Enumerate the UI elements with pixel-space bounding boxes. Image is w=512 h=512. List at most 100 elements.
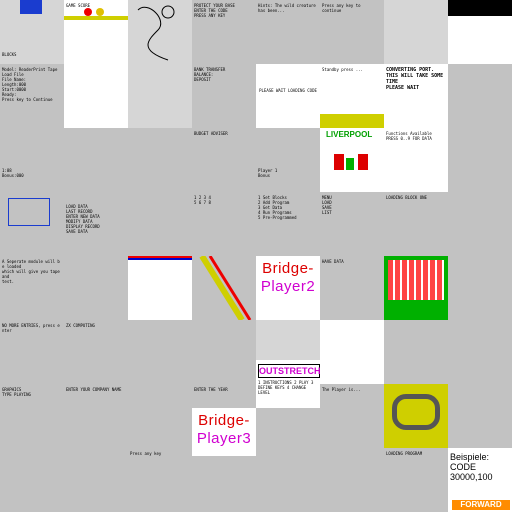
bridge-player-2-title: Bridge- Player2 — [256, 260, 320, 296]
tile-blank-r — [64, 448, 128, 512]
tile-text: 1 Set Blocks 2 Add Program 3 Get Data 4 … — [258, 195, 297, 220]
tile-text: Hints: The wild creature has been... — [258, 3, 316, 13]
forward-button[interactable]: FORWARD — [452, 500, 510, 510]
tile-text: Player 1 Bonus — [258, 168, 278, 178]
tile-blank-u — [320, 448, 384, 512]
tile-text: Press any key to continue — [322, 3, 361, 13]
bridge-line-1: Bridge- — [198, 412, 250, 429]
contact-sheet: BLOCKS GAME SCORE PROTECT YOUR BASE ENTE… — [0, 0, 512, 512]
tile-blank-f — [448, 128, 512, 192]
tile-blank-j — [448, 256, 512, 320]
tile-text: Standby press ... — [322, 67, 363, 72]
tile-blank-m — [448, 320, 512, 384]
tile-blank-l — [192, 320, 256, 384]
tile-text: MENU LOAD SAVE LIST — [322, 195, 332, 215]
black-header — [448, 0, 512, 16]
tile-blank-p — [448, 384, 512, 448]
tile-sketch-b — [128, 64, 192, 128]
tile-blank-s — [192, 448, 256, 512]
tile-text: A Seperate module will be loaded which w… — [2, 259, 60, 284]
tile-circuit — [384, 320, 448, 384]
tile-blank-n — [128, 384, 192, 448]
tile-blank-k — [128, 320, 192, 384]
tile-program-menu: 1 Set Blocks 2 Add Program 3 Get Data 4 … — [256, 192, 320, 256]
tile-graphics: GRAPHICS TYPE PLAYING — [0, 384, 64, 448]
tile-blank-e — [128, 128, 192, 192]
tile-numbers: 1 2 3 4 5 6 7 8 — [192, 192, 256, 256]
player-green — [346, 158, 354, 170]
tile-press-key: Press any key to continue — [320, 0, 384, 64]
tile-blank-d — [64, 128, 128, 192]
blue-box — [8, 198, 50, 226]
tile-text: Functions Available PRESS 0..9 FOR DATA — [386, 131, 432, 141]
tile-hints: Hints: The wild creature has been... — [256, 0, 320, 64]
bridge-line-2: Player3 — [196, 430, 252, 447]
tile-beispiele: Beispiele: CODE 30000,100 FORWARD — [448, 448, 512, 512]
player-red-2 — [358, 154, 368, 170]
tile-red-grid — [384, 256, 448, 320]
tile-text: LOADING BLOCK ONE — [386, 195, 427, 200]
diagonal-stripes — [199, 256, 252, 320]
bridge-line-1: Bridge- — [262, 260, 314, 277]
tile-bonus: 1:88 Bonus:000 — [0, 128, 64, 192]
tile-blank-g — [128, 192, 192, 256]
tile-text: ENTER THE YEAR — [194, 387, 228, 392]
tile-text: LOAD DATA LAST RECORD ENTER NEW DATA MOD… — [66, 204, 100, 234]
tile-player-is: The Player is... — [320, 384, 384, 448]
cherry-icon — [84, 8, 92, 16]
tile-text: The Player is... — [322, 387, 361, 392]
stripe-blue — [128, 258, 192, 260]
tile-text: 1:88 Bonus:000 — [2, 168, 24, 178]
tile-liverpool: LIVERPOOL — [320, 128, 384, 192]
title-liverpool: LIVERPOOL — [326, 130, 373, 139]
tile-white-a — [64, 64, 128, 128]
tile-functions: Functions Available PRESS 0..9 FOR DATA — [384, 128, 448, 192]
tile-press-any: Press any key — [128, 448, 192, 512]
tile-separate-module: A Seperate module will be loaded which w… — [0, 256, 64, 320]
tile-text: LOADING PROGRAM — [386, 451, 423, 456]
tile-have-data: HAVE DATA — [320, 256, 384, 320]
tile-blank-i — [64, 256, 128, 320]
tile-no-more-entries: NO MORE ENTRIES, press enter — [0, 320, 64, 384]
tile-text: BUDGET ADVISER — [194, 131, 228, 136]
tile-blank-a — [384, 0, 448, 64]
tile-blank-h — [448, 192, 512, 256]
tile-reader-print: Model: ReaderPrint Tape Load File File N… — [0, 64, 64, 128]
tile-bridge-player-3: Bridge- Player3 — [192, 408, 256, 456]
tile-blank-q — [0, 448, 64, 512]
beispiele-text: Beispiele: CODE 30000,100 — [450, 452, 493, 482]
outstretch-banner: OUTSTRETCH — [258, 364, 321, 378]
tile-text: 1 INSTRUCTIONS 2 PLAY 3 DEFINE KEYS 4 CH… — [258, 380, 314, 395]
tile-text: CONVERTING PORT. THIS WILL TAKE SOME TIM… — [386, 67, 444, 91]
yellow-bar — [320, 114, 384, 128]
tile-fruit-game: GAME SCORE — [64, 0, 128, 64]
tile-text: Model: ReaderPrint Tape Load File File N… — [2, 67, 58, 102]
tile-text: PROTECT YOUR BASE ENTER THE CODE PRESS A… — [194, 3, 235, 18]
bridge-line-2: Player2 — [260, 278, 316, 295]
tile-budget: BUDGET ADVISER — [192, 128, 256, 192]
tile-text: ZX COMPUTING — [66, 323, 95, 328]
tile-race-track — [384, 384, 448, 448]
tile-blocks: BLOCKS — [0, 0, 64, 64]
tile-board — [320, 320, 384, 384]
tile-text: 1 2 3 4 5 6 7 8 — [194, 195, 211, 205]
tile-blank-t — [256, 448, 320, 512]
race-track — [392, 394, 440, 430]
tile-text: BLOCKS — [2, 52, 17, 57]
red-grid — [388, 260, 444, 300]
player-red — [334, 154, 344, 170]
tile-line-drawing — [128, 0, 192, 64]
tile-zx-computing: ZX COMPUTING — [64, 320, 128, 384]
tile-player1: Player 1 Bonus — [256, 128, 320, 192]
tile-database-menu: LOAD DATA LAST RECORD ENTER NEW DATA MOD… — [64, 192, 128, 256]
sketch-drawing — [137, 5, 175, 61]
tile-text: NO MORE ENTRIES, press enter — [2, 323, 60, 333]
lemon-icon — [96, 8, 104, 16]
tile-menu: MENU LOAD SAVE LIST — [320, 192, 384, 256]
tile-text: BANK TRANSFER BALANCE: DEPOSIT — [194, 67, 226, 82]
tile-text: GAME SCORE — [66, 3, 91, 8]
tile-loading-program: LOADING PROGRAM — [384, 448, 448, 512]
tile-standby: Standby press ... — [320, 64, 384, 128]
tile-diagonal — [192, 256, 256, 320]
bridge-player-3-title: Bridge- Player3 — [192, 412, 256, 448]
